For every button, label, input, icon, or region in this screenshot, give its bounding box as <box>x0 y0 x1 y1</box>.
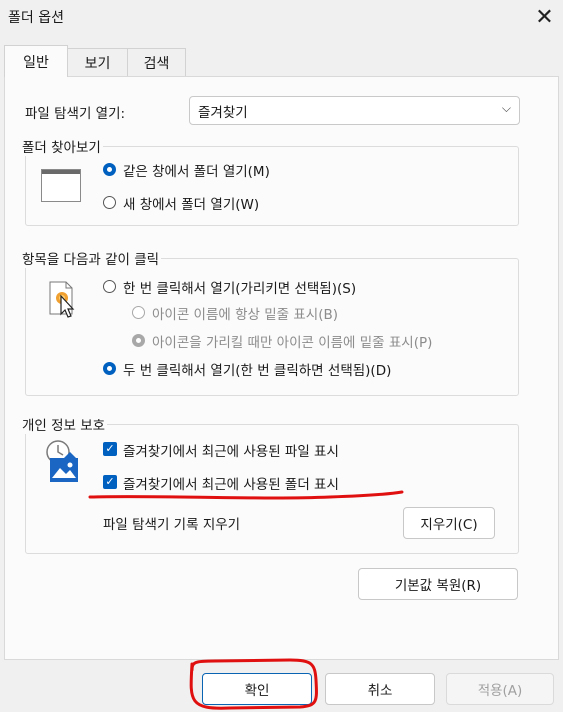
double-click-label[interactable]: 두 번 클릭해서 열기(한 번 클릭하면 선택됨)(D) <box>123 359 391 379</box>
new-window-label[interactable]: 새 창에서 폴더 열기(W) <box>123 193 259 213</box>
clear-history-label: 파일 탐색기 기록 지우기 <box>103 517 241 533</box>
privacy-legend: 개인 정보 보호 <box>22 418 106 434</box>
recent-folders-label[interactable]: 즐겨찾기에서 최근에 사용된 폴더 표시 <box>123 473 339 493</box>
open-explorer-label: 파일 탐색기 열기: <box>25 106 126 122</box>
chevron-down-icon: ⌵ <box>501 101 511 115</box>
tab-strip: 일반 보기 검색 <box>0 40 563 77</box>
new-window-radio[interactable] <box>103 196 116 209</box>
same-window-label[interactable]: 같은 창에서 폴더 열기(M) <box>123 160 270 180</box>
open-explorer-selected: 즐겨찾기 <box>198 105 248 121</box>
tab-search[interactable]: 검색 <box>127 48 186 76</box>
double-click-radio[interactable] <box>103 362 116 375</box>
underline-hover-label: 아이콘을 가리킬 때만 아이콘 이름에 밑줄 표시(P) <box>152 335 433 351</box>
browse-folders-legend: 폴더 찾아보기 <box>22 140 101 156</box>
window-title: 폴더 옵션 <box>8 10 64 26</box>
recent-files-label[interactable]: 즐겨찾기에서 최근에 사용된 파일 표시 <box>123 440 339 460</box>
click-cursor-icon <box>49 281 75 318</box>
open-explorer-dropdown[interactable]: 즐겨찾기 ⌵ <box>189 96 520 125</box>
click-items-legend: 항목을 다음과 같이 클릭 <box>22 252 160 268</box>
close-button[interactable]: ✕ <box>526 0 563 34</box>
recent-files-checkbox[interactable]: ✓ <box>103 442 117 456</box>
browse-folders-group: 폴더 찾아보기 <box>22 136 519 226</box>
underline-hover-radio <box>132 334 145 347</box>
ok-button[interactable]: 확인 <box>202 673 312 705</box>
same-window-radio[interactable] <box>103 163 116 176</box>
clear-history-button[interactable]: 지우기(C) <box>403 507 495 539</box>
cancel-button[interactable]: 취소 <box>325 673 435 705</box>
privacy-icon <box>46 440 78 482</box>
underline-always-label: 아이콘 이름에 항상 밑줄 표시(B) <box>152 307 338 323</box>
single-click-label[interactable]: 한 번 클릭해서 열기(가리키면 선택됨)(S) <box>123 277 356 297</box>
close-icon: ✕ <box>535 4 554 30</box>
title-bar <box>0 0 563 34</box>
tab-general[interactable]: 일반 <box>4 45 68 77</box>
underline-always-radio <box>132 306 145 319</box>
apply-button: 적용(A) <box>446 673 554 705</box>
single-click-radio[interactable] <box>103 280 116 293</box>
tab-view[interactable]: 보기 <box>67 48 128 76</box>
restore-defaults-button[interactable]: 기본값 복원(R) <box>358 568 518 600</box>
window-icon <box>41 169 81 202</box>
recent-folders-checkbox[interactable]: ✓ <box>103 475 117 489</box>
